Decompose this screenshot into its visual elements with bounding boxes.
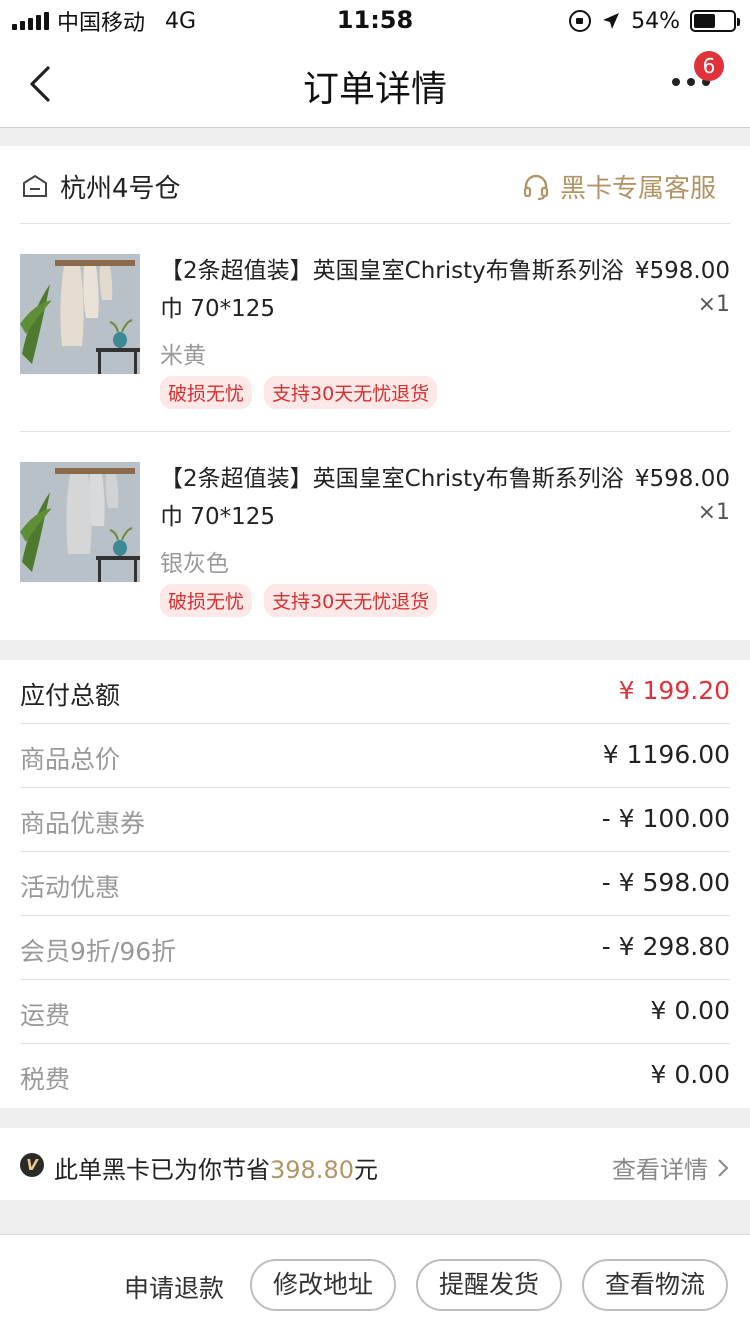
order-item[interactable]: 【2条超值装】英国皇室Christy布鲁斯系列浴巾 70*125 ¥598.00… [20, 224, 730, 432]
pay-label: 应付总额 [20, 681, 121, 710]
pay-value: - ¥ 100.00 [601, 804, 730, 833]
refund-button[interactable]: 申请退款 [124, 1269, 224, 1305]
pay-value: ¥ 0.00 [650, 996, 730, 1025]
rotation-lock-icon [569, 10, 592, 32]
tag-damage-free: 破损无忧 [160, 584, 253, 617]
customer-service-link[interactable]: 黑卡专属客服 [522, 168, 716, 205]
battery-icon [690, 10, 740, 32]
view-logistics-button[interactable]: 查看物流 [582, 1259, 728, 1311]
modify-address-button[interactable]: 修改地址 [250, 1259, 396, 1311]
pay-row-member-discount: 会员9折/96折 - ¥ 298.80 [20, 916, 730, 980]
payment-summary: 应付总额 ¥ 199.20 商品总价 ¥ 1196.00 商品优惠券 - ¥ 1… [0, 660, 750, 1108]
product-price: ¥598.00 [634, 258, 730, 284]
pay-row-total: 应付总额 ¥ 199.20 [20, 660, 730, 724]
status-right: 54% [569, 8, 740, 34]
service-tags: 破损无忧 支持30天无忧退货 [160, 376, 438, 409]
tag-damage-free: 破损无忧 [160, 376, 253, 409]
pay-value: ¥ 0.00 [650, 1060, 730, 1089]
notification-badge: 6 [694, 51, 724, 81]
pay-value: - ¥ 598.00 [601, 868, 730, 897]
order-items-section: 杭州4号仓 黑卡专属客服 【2条超值装】英国皇室Christy布鲁斯系列浴巾 7… [0, 146, 750, 640]
pay-value: ¥ 1196.00 [602, 740, 730, 769]
chevron-right-icon [718, 1158, 729, 1177]
product-spec: 米黄 [160, 343, 206, 369]
view-details-link[interactable]: 查看详情 [612, 1150, 730, 1185]
headset-icon [523, 174, 549, 200]
nav-bar: 订单详情 [0, 40, 750, 128]
product-name: 【2条超值装】英国皇室Christy布鲁斯系列浴巾 70*125 [160, 258, 624, 322]
order-item[interactable]: 【2条超值装】英国皇室Christy布鲁斯系列浴巾 70*125 ¥598.00… [20, 432, 730, 640]
tag-30-day-return: 支持30天无忧退货 [264, 584, 438, 617]
pay-label: 商品总价 [20, 745, 121, 774]
product-image [20, 254, 140, 374]
remind-shipping-button[interactable]: 提醒发货 [416, 1259, 562, 1311]
vip-badge-icon: V [20, 1153, 44, 1177]
warehouse-name: 杭州4号仓 [60, 174, 181, 204]
pay-label: 会员9折/96折 [20, 937, 177, 966]
service-tags: 破损无忧 支持30天无忧退货 [160, 584, 438, 617]
pay-row-tax: 税费 ¥ 0.00 [20, 1044, 730, 1108]
pay-value: ¥ 199.20 [618, 676, 730, 705]
savings-amount: 398.80 [270, 1156, 354, 1184]
view-details-label: 查看详情 [612, 1156, 708, 1184]
pay-label: 运费 [20, 1001, 71, 1030]
pay-row-promotion: 活动优惠 - ¥ 598.00 [20, 852, 730, 916]
product-price: ¥598.00 [634, 466, 730, 492]
pay-value: - ¥ 298.80 [601, 932, 730, 961]
pay-row-subtotal: 商品总价 ¥ 1196.00 [20, 724, 730, 788]
warehouse-icon [23, 174, 47, 197]
battery-percent: 54% [631, 8, 680, 34]
product-spec: 银灰色 [160, 551, 229, 577]
black-card-savings-row[interactable]: V 此单黑卡已为你节省398.80元 查看详情 [0, 1128, 750, 1200]
savings-prefix: 此单黑卡已为你节省 [54, 1156, 270, 1184]
page-title: 订单详情 [302, 69, 447, 110]
customer-service-label: 黑卡专属客服 [559, 174, 716, 204]
pay-label: 税费 [20, 1065, 71, 1094]
product-image [20, 462, 140, 582]
product-quantity: ×1 [697, 500, 730, 525]
savings-text: 此单黑卡已为你节省398.80元 [54, 1150, 378, 1185]
tag-30-day-return: 支持30天无忧退货 [264, 376, 438, 409]
product-name: 【2条超值装】英国皇室Christy布鲁斯系列浴巾 70*125 [160, 466, 624, 530]
bottom-action-bar: 申请退款 修改地址 提醒发货 查看物流 [0, 1234, 750, 1334]
location-arrow-icon [603, 13, 620, 29]
status-bar: 中国移动 4G 11:58 54% [0, 0, 750, 40]
pay-label: 商品优惠券 [20, 809, 146, 838]
pay-row-shipping: 运费 ¥ 0.00 [20, 980, 730, 1044]
pay-label: 活动优惠 [20, 873, 121, 902]
pay-row-coupon: 商品优惠券 - ¥ 100.00 [20, 788, 730, 852]
product-quantity: ×1 [697, 292, 730, 317]
warehouse-row: 杭州4号仓 黑卡专属客服 [20, 146, 730, 224]
savings-suffix: 元 [353, 1156, 378, 1184]
